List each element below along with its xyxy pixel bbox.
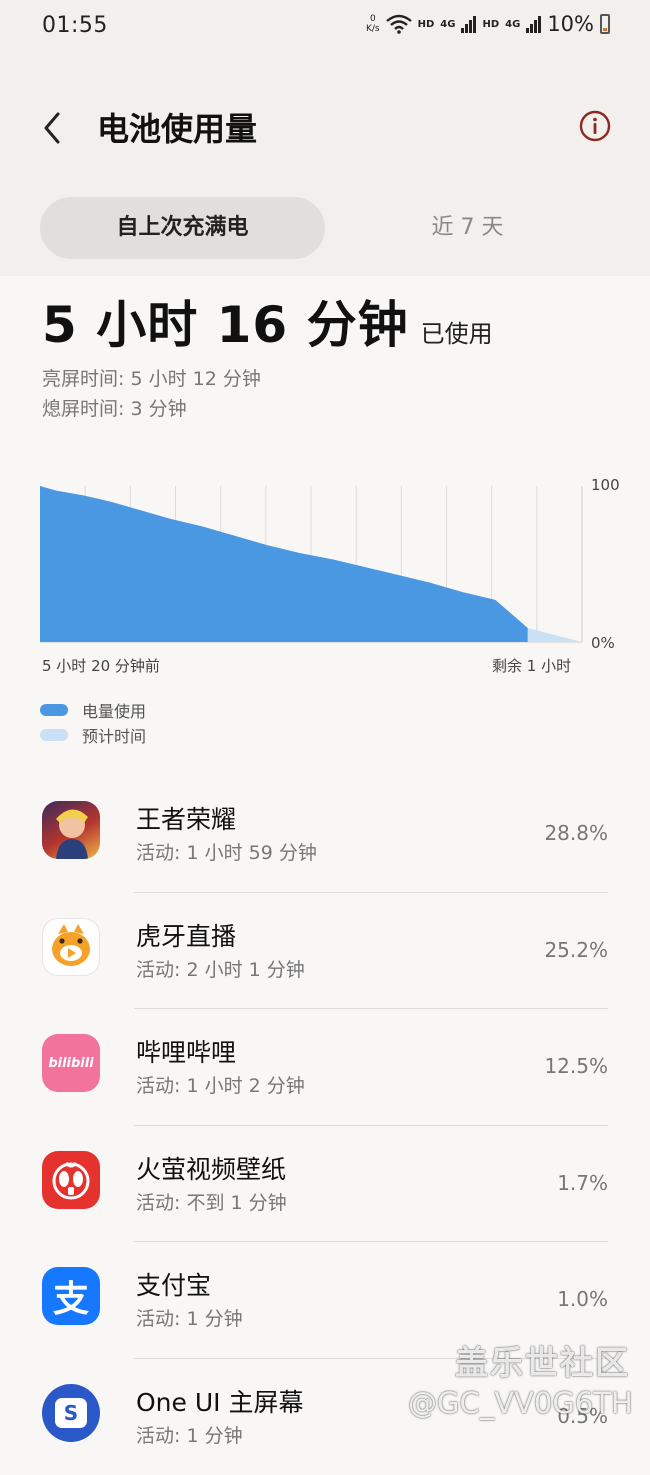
- app-activity: 活动: 不到 1 分钟: [136, 1188, 287, 1215]
- y-axis-max-label: 100: [591, 476, 620, 494]
- app-row-firefly-wallpaper[interactable]: 火萤视频壁纸 活动: 不到 1 分钟 1.7%: [0, 1126, 650, 1243]
- app-percent: 1.0%: [557, 1287, 608, 1311]
- header: 电池使用量: [0, 90, 650, 164]
- app-activity: 活动: 1 分钟: [136, 1421, 243, 1448]
- one-ui-icon-glyph: S: [64, 1401, 78, 1425]
- legend-item-estimate: 预计时间: [40, 722, 146, 747]
- legend-item-usage: 电量使用: [40, 697, 146, 722]
- hd-badge-1: HD: [418, 19, 435, 30]
- period-tabs: 自上次充满电 近 7 天: [40, 197, 610, 259]
- battery-icon: [600, 14, 610, 34]
- legend-label-estimate: 预计时间: [82, 723, 146, 747]
- battery-percent: 10%: [547, 12, 594, 36]
- screen-on-time: 亮屏时间: 5 小时 12 分钟: [42, 364, 261, 391]
- legend-swatch-usage: [40, 704, 68, 716]
- app-activity: 活动: 2 小时 1 分钟: [136, 955, 305, 982]
- tab-last-7-days[interactable]: 近 7 天: [325, 197, 610, 259]
- one-ui-home-icon: S: [42, 1384, 100, 1442]
- usage-suffix: 已使用: [421, 314, 493, 349]
- watermark-user-handle: @GC_VV0G6TH: [408, 1386, 633, 1420]
- honor-of-kings-icon: [42, 801, 100, 859]
- app-row-honor-of-kings[interactable]: 王者荣耀 活动: 1 小时 59 分钟 28.8%: [0, 776, 650, 893]
- app-name: 支付宝: [136, 1266, 211, 1302]
- usage-total: 5 小时 16 分钟 已使用: [42, 285, 493, 357]
- house-shape: S: [55, 1398, 87, 1428]
- app-name: 火萤视频壁纸: [136, 1150, 286, 1186]
- chart-area-usage: [40, 486, 528, 642]
- net-speed: 0 K/s: [366, 14, 380, 34]
- x-axis-end-label: 剩余 1 小时: [492, 655, 571, 676]
- chart-legend: 电量使用 预计时间: [40, 697, 146, 747]
- status-bar: 01:55 0 K/s HD 4G HD 4G 10%: [0, 0, 650, 56]
- net-speed-value: 0: [370, 14, 376, 24]
- huya-icon: [42, 918, 100, 976]
- status-icons: 0 K/s HD 4G HD 4G 10%: [366, 12, 610, 36]
- app-name: 虎牙直播: [136, 917, 236, 953]
- legend-label-usage: 电量使用: [82, 698, 146, 722]
- screen-off-time: 熄屏时间: 3 分钟: [42, 394, 187, 421]
- app-name: 王者荣耀: [136, 800, 236, 836]
- wifi-icon: [386, 14, 412, 34]
- watermark-community: 盖乐世社区: [455, 1336, 630, 1384]
- bilibili-icon: bilibili: [42, 1034, 100, 1092]
- status-time: 01:55: [42, 13, 108, 38]
- app-activity: 活动: 1 小时 59 分钟: [136, 838, 317, 865]
- firefly-icon: [42, 1151, 100, 1209]
- tab-since-full-charge[interactable]: 自上次充满电: [40, 197, 325, 259]
- app-percent: 25.2%: [544, 938, 608, 962]
- net-speed-unit: K/s: [366, 24, 380, 34]
- app-activity: 活动: 1 小时 2 分钟: [136, 1071, 305, 1098]
- battery-usage-chart: [0, 470, 650, 650]
- signal-icon: [461, 15, 476, 33]
- alipay-icon: 支: [42, 1267, 100, 1325]
- app-percent: 28.8%: [544, 821, 608, 845]
- lte-badge-1: 4G: [440, 19, 455, 30]
- app-activity: 活动: 1 分钟: [136, 1304, 243, 1331]
- app-name: One UI 主屏幕: [136, 1383, 303, 1419]
- legend-swatch-estimate: [40, 729, 68, 741]
- app-percent: 12.5%: [544, 1054, 608, 1078]
- app-percent: 1.7%: [557, 1171, 608, 1195]
- back-button[interactable]: [38, 108, 68, 148]
- usage-value: 5 小时 16 分钟: [42, 285, 409, 357]
- signal-icon: [526, 15, 541, 33]
- x-axis-start-label: 5 小时 20 分钟前: [42, 655, 160, 676]
- app-row-huya[interactable]: 虎牙直播 活动: 2 小时 1 分钟 25.2%: [0, 893, 650, 1010]
- alipay-icon-glyph: 支: [53, 1270, 89, 1322]
- app-row-bilibili[interactable]: bilibili 哔哩哔哩 活动: 1 小时 2 分钟 12.5%: [0, 1009, 650, 1126]
- chevron-left-icon: [38, 108, 68, 148]
- app-name: 哔哩哔哩: [136, 1033, 236, 1069]
- info-icon: [579, 110, 611, 142]
- chart-area-estimate: [528, 628, 582, 642]
- hd-badge-2: HD: [482, 19, 499, 30]
- y-axis-min-label: 0%: [591, 634, 615, 652]
- lte-badge-2: 4G: [505, 19, 520, 30]
- bilibili-icon-text: bilibili: [48, 1056, 93, 1071]
- page-title: 电池使用量: [97, 104, 257, 150]
- info-button[interactable]: [579, 110, 611, 142]
